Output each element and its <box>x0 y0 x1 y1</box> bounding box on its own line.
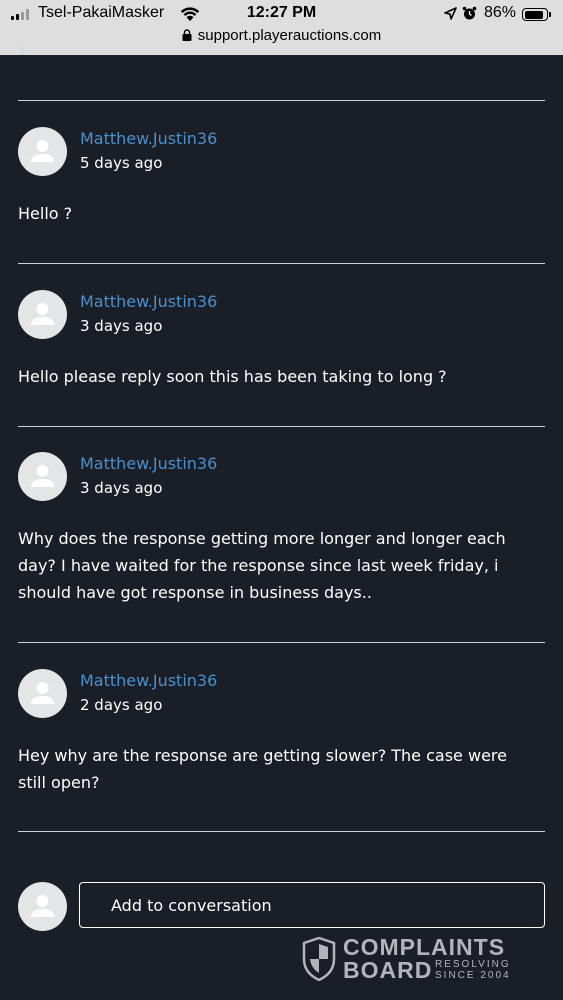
comment-text: Hey why are the response are getting slo… <box>18 746 507 792</box>
lock-icon <box>182 29 192 41</box>
user-icon <box>31 895 54 917</box>
avatar <box>18 669 67 718</box>
avatar <box>18 127 67 176</box>
user-icon <box>31 303 54 325</box>
avatar <box>18 452 67 501</box>
alarm-icon <box>462 6 477 20</box>
comment-time: 3 days ago <box>80 479 163 497</box>
comment-text: Hello please reply soon this has been ta… <box>18 367 447 386</box>
status-bar: Tsel-PakaiMasker 12:27 PM 86% <box>0 3 563 25</box>
reply-area <box>18 882 545 931</box>
comment-username[interactable]: Matthew.Justin36 <box>80 454 217 473</box>
battery-icon <box>522 8 551 21</box>
location-arrow-icon <box>444 7 457 20</box>
logo-text-board: BOARD <box>343 957 433 983</box>
user-icon <box>31 140 54 162</box>
comment-username[interactable]: Matthew.Justin36 <box>80 292 217 311</box>
comment: Matthew.Justin36 3 days ago Why does the… <box>18 452 545 622</box>
battery-percent: 86% <box>484 4 517 21</box>
comment-time: 2 days ago <box>80 696 163 714</box>
user-icon <box>31 682 54 704</box>
url-text: support.playerauctions.com <box>197 27 382 44</box>
divider <box>18 426 545 427</box>
clock: 12:27 PM <box>246 4 317 21</box>
comment-time: 5 days ago <box>80 154 163 172</box>
avatar <box>18 290 67 339</box>
address-bar[interactable]: support.playerauctions.com <box>0 27 563 44</box>
user-icon <box>31 465 54 487</box>
divider <box>18 831 545 832</box>
logo-tagline-2: SINCE 2004 <box>435 970 511 981</box>
comment: Matthew.Justin36 2 days ago Hey why are … <box>18 669 545 809</box>
comment: Matthew.Justin36 5 days ago Hello ? <box>18 127 545 237</box>
comment-username[interactable]: Matthew.Justin36 <box>80 129 217 148</box>
comment-time: 3 days ago <box>80 317 163 335</box>
avatar <box>18 882 67 931</box>
watermark-logo: COMPLAINTS BOARD RESOLVING SINCE 2004 <box>302 934 525 985</box>
comment-username[interactable]: Matthew.Justin36 <box>80 671 217 690</box>
shield-icon <box>302 937 336 981</box>
browser-chrome: Tsel-PakaiMasker 12:27 PM 86% support.pl… <box>0 0 563 55</box>
logo-tagline: RESOLVING SINCE 2004 <box>435 959 525 981</box>
divider <box>18 642 545 643</box>
divider <box>18 100 545 101</box>
chevron-right-icon <box>19 47 27 55</box>
logo-tagline-1: RESOLVING <box>435 959 511 970</box>
reply-input[interactable] <box>79 882 545 928</box>
comment: Matthew.Justin36 3 days ago Hello please… <box>18 290 545 400</box>
divider <box>18 263 545 264</box>
comment-text: Why does the response getting more longe… <box>18 529 506 602</box>
comment-text: Hello ? <box>18 204 73 223</box>
